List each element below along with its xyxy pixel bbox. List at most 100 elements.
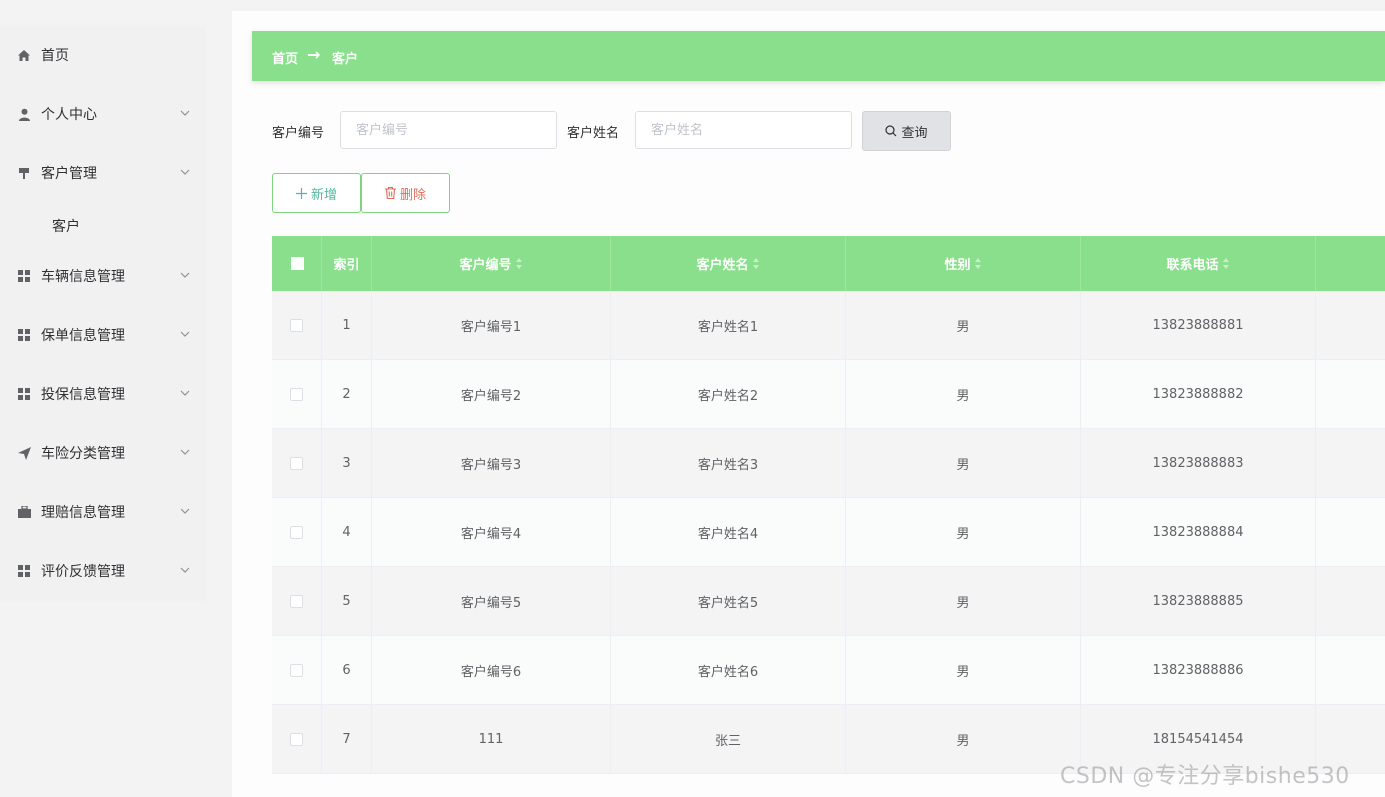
cell-phone: 13823888883: [1081, 429, 1316, 497]
row-checkbox[interactable]: [290, 663, 303, 677]
cell-phone: 13823888886: [1081, 636, 1316, 704]
sort-icon[interactable]: [1222, 258, 1230, 269]
grid-icon: [17, 328, 31, 342]
cell-phone: 13823888884: [1081, 498, 1316, 566]
header-extra: [1316, 236, 1385, 291]
header-index: 索引: [322, 236, 372, 291]
row-select-cell: [272, 360, 322, 428]
row-select-cell: [272, 636, 322, 704]
sidebar-item-vehicle-info[interactable]: 车辆信息管理: [0, 256, 206, 296]
send-icon: [17, 446, 31, 460]
home-icon: [17, 48, 31, 62]
chevron-down-icon: [180, 567, 190, 573]
cell-gender: 男: [846, 567, 1081, 635]
sidebar-item-customer-management[interactable]: 客户管理: [0, 153, 206, 193]
user-icon: [17, 107, 31, 121]
grid-icon: [17, 269, 31, 283]
sidebar-item-label: 首页: [41, 48, 69, 64]
cell-code: 客户编号1: [372, 291, 611, 359]
table-row[interactable]: 3 客户编号3 客户姓名3 男 13823888883: [272, 429, 1385, 498]
delete-button[interactable]: 删除: [361, 173, 450, 213]
table-row[interactable]: 2 客户编号2 客户姓名2 男 13823888882: [272, 360, 1385, 429]
table-row[interactable]: 6 客户编号6 客户姓名6 男 13823888886: [272, 636, 1385, 705]
header-select-all[interactable]: [272, 236, 322, 291]
customer-name-input[interactable]: [635, 111, 852, 149]
row-extra-cell: [1316, 567, 1385, 635]
sidebar-item-label: 个人中心: [41, 107, 97, 123]
cell-gender: 男: [846, 636, 1081, 704]
row-checkbox[interactable]: [290, 525, 303, 539]
breadcrumb-home[interactable]: 首页: [272, 48, 298, 67]
header-phone[interactable]: 联系电话: [1081, 236, 1316, 291]
row-extra-cell: [1316, 360, 1385, 428]
cell-name: 客户姓名6: [611, 636, 846, 704]
header-customer-code[interactable]: 客户编号: [372, 236, 611, 291]
row-checkbox[interactable]: [290, 594, 303, 608]
breadcrumb: 首页 → 客户: [252, 31, 1385, 81]
header-index-label: 索引: [333, 258, 360, 273]
sidebar-item-label: 评价反馈管理: [41, 564, 125, 580]
cell-gender: 男: [846, 291, 1081, 359]
cell-code: 客户编号2: [372, 360, 611, 428]
sidebar-item-feedback[interactable]: 评价反馈管理: [0, 551, 206, 591]
main-panel: 首页 → 客户 客户编号 客户姓名 查询 新增 删除 索引 客户编号 客: [232, 11, 1385, 797]
customer-code-input[interactable]: [340, 111, 557, 149]
delete-button-label: 删除: [399, 187, 426, 203]
chevron-down-icon: [180, 449, 190, 455]
header-customer-name[interactable]: 客户姓名: [611, 236, 846, 291]
cell-name: 客户姓名1: [611, 291, 846, 359]
sidebar-item-label: 车险分类管理: [41, 446, 125, 462]
sort-icon[interactable]: [515, 258, 523, 269]
cell-gender: 男: [846, 498, 1081, 566]
cell-name: 张三: [611, 705, 846, 773]
row-checkbox[interactable]: [290, 318, 303, 332]
chevron-down-icon: [180, 508, 190, 514]
select-all-checkbox[interactable]: [291, 257, 304, 270]
row-extra-cell: [1316, 291, 1385, 359]
search-icon: [885, 125, 897, 137]
cell-name: 客户姓名2: [611, 360, 846, 428]
table-row[interactable]: 1 客户编号1 客户姓名1 男 13823888881: [272, 291, 1385, 360]
sidebar-item-personal-center[interactable]: 个人中心: [0, 94, 206, 134]
add-button[interactable]: 新增: [272, 173, 361, 213]
table-row[interactable]: 4 客户编号4 客户姓名4 男 13823888884: [272, 498, 1385, 567]
table-row[interactable]: 5 客户编号5 客户姓名5 男 13823888885: [272, 567, 1385, 636]
cell-index: 2: [322, 360, 372, 428]
briefcase-icon: [17, 505, 31, 519]
chevron-down-icon: [180, 110, 190, 116]
sidebar-item-label: 保单信息管理: [41, 328, 125, 344]
cell-name: 客户姓名5: [611, 567, 846, 635]
sidebar-subitem-customer[interactable]: 客户: [0, 207, 206, 243]
row-select-cell: [272, 429, 322, 497]
header-customer-code-label: 客户编号: [459, 258, 512, 273]
grid-icon: [17, 564, 31, 578]
sidebar-item-insure-info[interactable]: 投保信息管理: [0, 374, 206, 414]
row-checkbox[interactable]: [290, 456, 303, 470]
cell-index: 3: [322, 429, 372, 497]
sort-icon[interactable]: [974, 258, 982, 269]
sidebar-subitem-label: 客户: [52, 219, 80, 235]
add-button-label: 新增: [310, 187, 337, 203]
sort-icon[interactable]: [752, 258, 760, 269]
sidebar-item-home[interactable]: 首页: [0, 35, 206, 75]
chevron-down-icon: [180, 390, 190, 396]
row-checkbox[interactable]: [290, 387, 303, 401]
row-checkbox[interactable]: [290, 732, 303, 746]
cell-phone: 13823888881: [1081, 291, 1316, 359]
header-gender[interactable]: 性别: [846, 236, 1081, 291]
breadcrumb-current: 客户: [332, 52, 359, 67]
query-button[interactable]: 查询: [862, 111, 951, 151]
cell-index: 7: [322, 705, 372, 773]
row-extra-cell: [1316, 498, 1385, 566]
chevron-down-icon: [180, 272, 190, 278]
sidebar-item-claim-info[interactable]: 理赔信息管理: [0, 492, 206, 532]
header-customer-name-label: 客户姓名: [696, 258, 749, 273]
sidebar-item-insurance-category[interactable]: 车险分类管理: [0, 433, 206, 473]
row-select-cell: [272, 567, 322, 635]
watermark: CSDN @专注分享bishe530: [1060, 764, 1350, 789]
row-select-cell: [272, 498, 322, 566]
sidebar-item-label: 理赔信息管理: [41, 505, 125, 521]
plus-icon: [295, 187, 307, 199]
sidebar-item-policy-info[interactable]: 保单信息管理: [0, 315, 206, 355]
sidebar: 首页 个人中心 客户管理 客户 车辆信息管理 保单信息管理 投保信息管理 车险分…: [0, 26, 206, 602]
